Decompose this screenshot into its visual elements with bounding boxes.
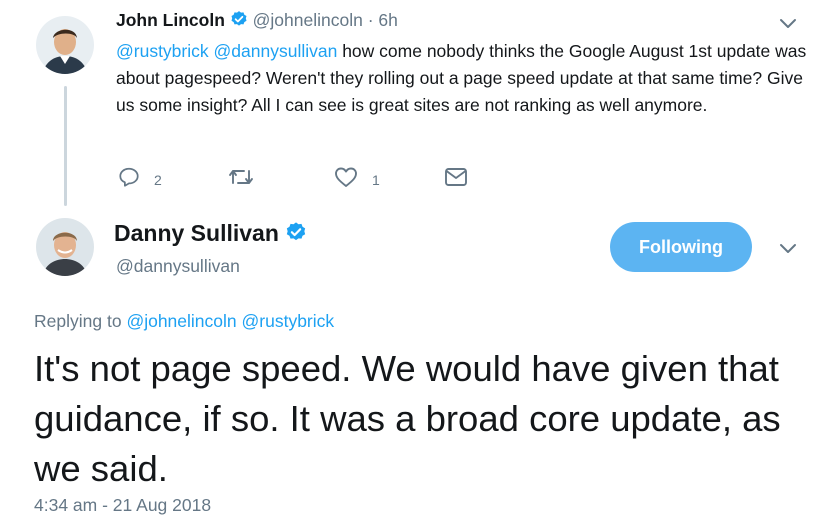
author-name[interactable]: Danny Sullivan — [114, 220, 279, 246]
mention-link[interactable]: @rustybrick — [242, 311, 335, 331]
like-icon — [334, 166, 358, 193]
avatar-john-lincoln[interactable] — [36, 16, 94, 74]
direct-message-icon — [444, 166, 468, 193]
main-tweet-text: It's not page speed. We would have given… — [34, 348, 781, 489]
tweet-time[interactable]: 6h — [378, 10, 397, 30]
like-button[interactable]: 1 — [334, 166, 380, 193]
replying-to: Replying to @johnelincoln @rustybrick — [34, 311, 334, 332]
author-handle[interactable]: @johnelincoln — [253, 10, 363, 30]
mention-link[interactable]: @johnelincoln — [126, 311, 236, 331]
thread-line — [64, 86, 67, 206]
retweet-button[interactable] — [228, 166, 268, 193]
mention-link[interactable]: @dannysullivan — [214, 41, 338, 61]
mention-link[interactable]: @rustybrick — [116, 41, 209, 61]
time-separator: · — [367, 10, 374, 31]
avatar-danny-sullivan[interactable] — [36, 218, 94, 276]
direct-message-button[interactable] — [444, 166, 468, 193]
author-handle[interactable]: @dannysullivan — [116, 256, 240, 277]
reply-button[interactable]: 2 — [118, 166, 162, 193]
like-count: 1 — [372, 171, 380, 188]
main-tweet-author: Danny Sullivan — [114, 220, 307, 249]
reply-count: 2 — [154, 171, 162, 188]
chevron-down-icon[interactable] — [778, 238, 798, 263]
chevron-down-icon[interactable] — [778, 13, 798, 38]
author-name[interactable]: John Lincoln — [116, 10, 225, 30]
replying-to-label: Replying to — [34, 311, 122, 331]
following-button[interactable]: Following — [610, 222, 752, 272]
reply-icon — [118, 166, 140, 193]
verified-badge-icon — [230, 10, 248, 33]
verified-badge-icon — [285, 221, 307, 249]
retweet-icon — [228, 166, 254, 193]
reply-tweet-header: John Lincoln @johnelincoln · 6h — [116, 10, 398, 33]
reply-tweet-text: @rustybrick @dannysullivan how come nobo… — [116, 38, 816, 119]
tweet-timestamp[interactable]: 4:34 am - 21 Aug 2018 — [34, 495, 211, 516]
